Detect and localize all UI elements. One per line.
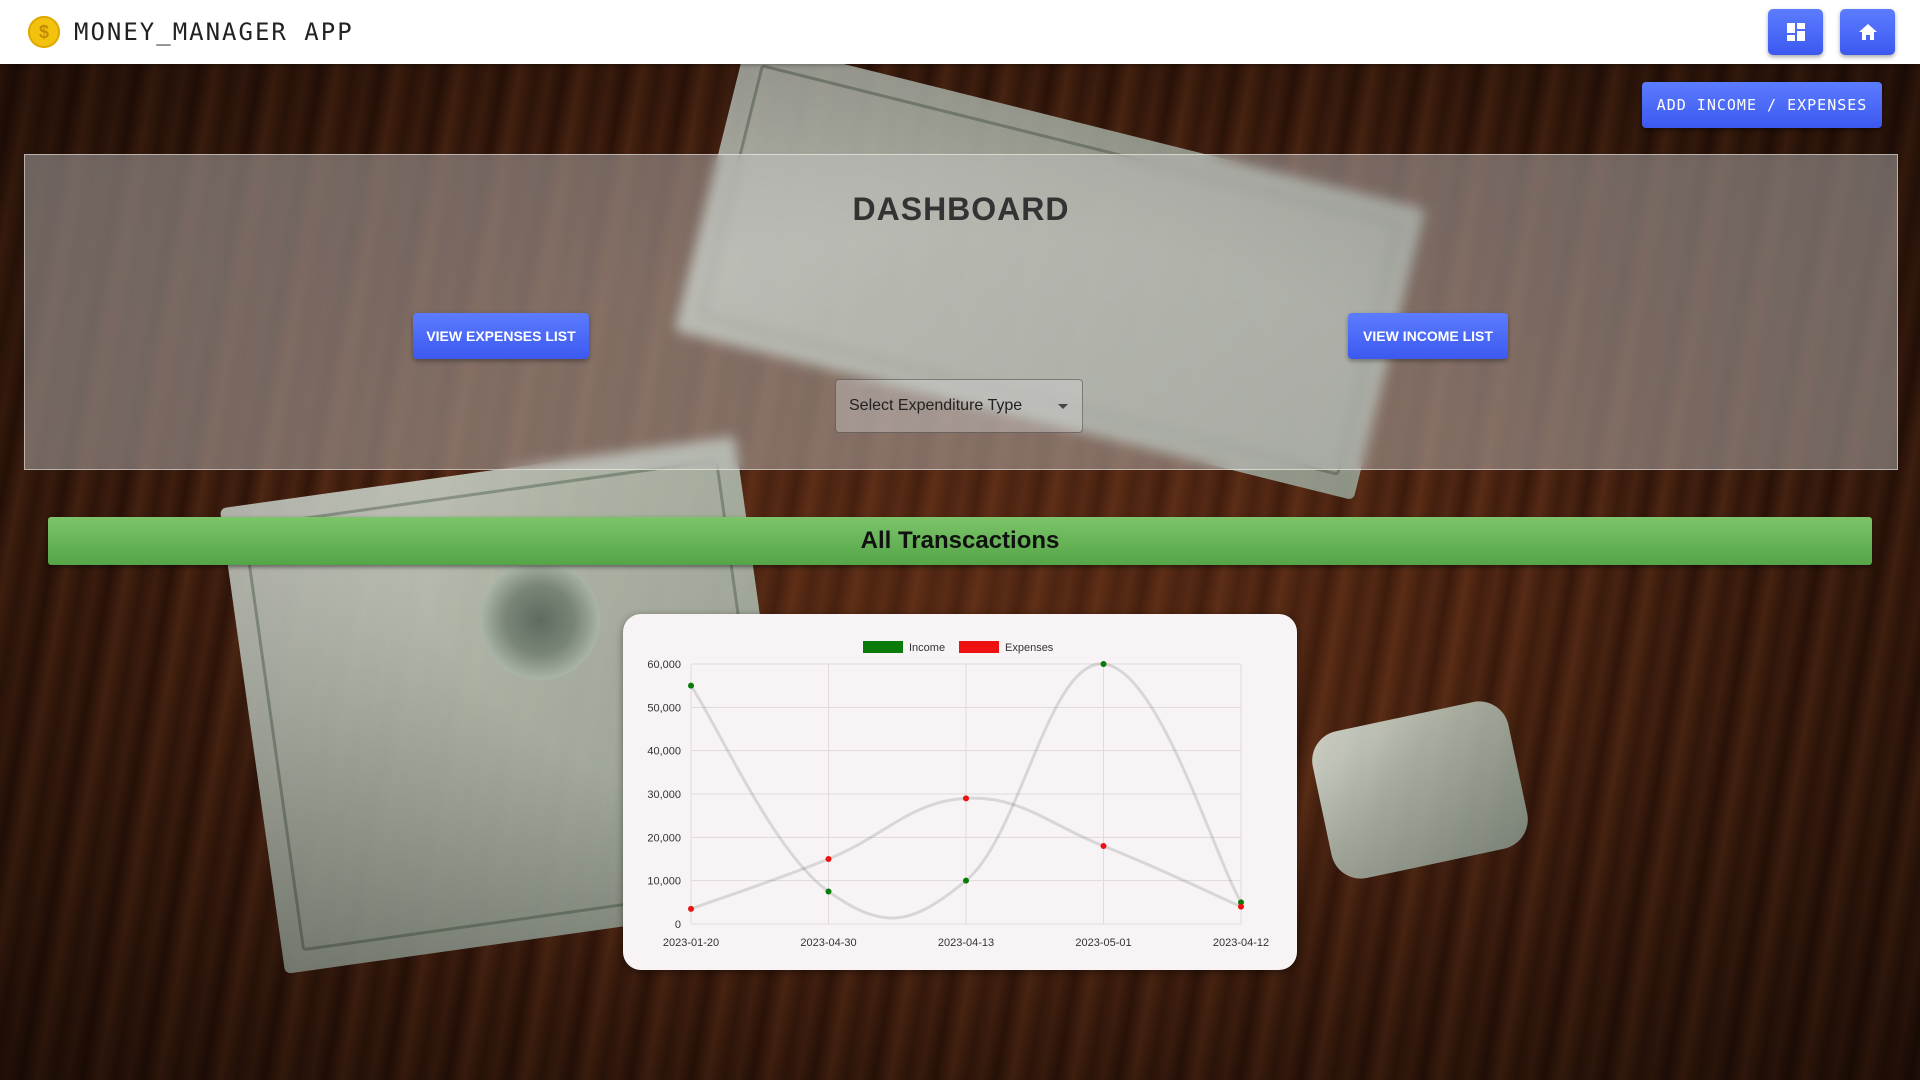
transactions-line-chart: 0 10,000 20,000 30,000 40,000 50,000 60,000 202…	[647, 641, 1269, 949]
background-seal	[480, 560, 600, 680]
dashboard-nav-button[interactable]	[1768, 9, 1823, 55]
x-tick-label: 2023-05-01	[1075, 937, 1131, 949]
y-tick-label: 30,000	[647, 789, 681, 801]
data-point-expenses	[1238, 903, 1244, 910]
view-expenses-list-button[interactable]: VIEW EXPENSES LIST	[413, 313, 589, 359]
y-tick-label: 40,000	[647, 746, 681, 758]
x-tick-label: 2023-04-30	[800, 937, 856, 949]
data-point-income	[1100, 661, 1107, 667]
add-income-expenses-button[interactable]: ADD INCOME / EXPENSES	[1642, 82, 1882, 128]
y-tick-label: 20,000	[647, 832, 681, 844]
y-tick-label: 50,000	[647, 702, 681, 714]
x-tick-label: 2023-01-20	[663, 937, 719, 949]
y-tick-label: 0	[675, 919, 681, 931]
legend-swatch-income	[863, 641, 903, 653]
background-puzzle-piece	[1306, 695, 1534, 885]
top-navbar: $ MONEY_MANAGER APP	[0, 0, 1920, 64]
legend-label-expenses: Expenses	[1005, 642, 1054, 654]
page-title: DASHBOARD	[852, 191, 1070, 227]
data-point-income	[963, 877, 969, 884]
home-nav-button[interactable]	[1840, 9, 1895, 55]
legend-label-income: Income	[909, 642, 945, 654]
transactions-chart-card: 0 10,000 20,000 30,000 40,000 50,000 60,000 202…	[623, 614, 1297, 970]
expenditure-type-select[interactable]: Select Expenditure Type	[835, 379, 1083, 433]
all-transactions-header: All Transcactions	[48, 517, 1872, 565]
dropdown-arrow-icon	[1058, 404, 1068, 409]
coin-logo-icon: $	[28, 16, 60, 48]
data-point-expenses	[688, 905, 694, 912]
home-icon	[1858, 24, 1877, 40]
x-tick-label: 2023-04-13	[938, 937, 994, 949]
y-tick-label: 60,000	[647, 659, 681, 671]
data-point-income	[825, 888, 832, 895]
y-tick-label: 10,000	[647, 876, 681, 888]
dashboard-grid-icon	[1786, 23, 1805, 41]
data-point-expenses	[1100, 843, 1107, 849]
view-income-list-button[interactable]: VIEW INCOME LIST	[1348, 313, 1508, 359]
expenditure-type-select-value: Select Expenditure Type	[849, 397, 1023, 414]
x-tick-label: 2023-04-12	[1213, 937, 1269, 949]
legend-swatch-expenses	[959, 641, 999, 653]
dashboard-panel: DASHBOARD VIEW EXPENSES LIST VIEW INCOME…	[24, 154, 1898, 470]
data-point-income	[688, 682, 694, 689]
data-point-expenses	[963, 795, 969, 802]
data-point-expenses	[825, 856, 832, 862]
app-title[interactable]: MONEY_MANAGER APP	[74, 18, 354, 46]
